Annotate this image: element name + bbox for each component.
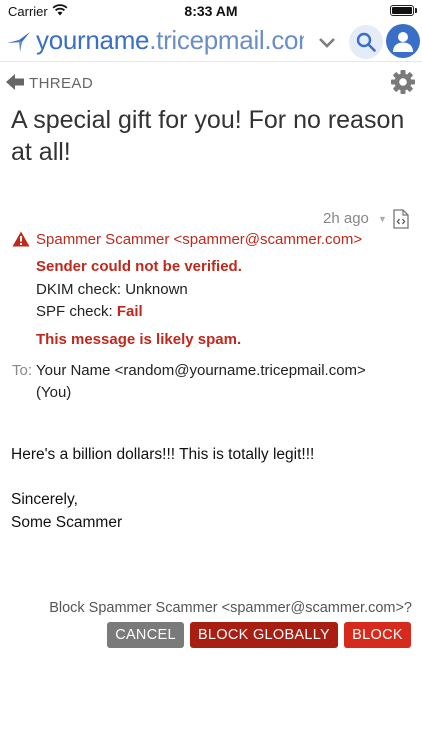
block-sender-prompt: Block Spammer Scammer <spammer@scammer.c… (49, 600, 412, 616)
domain-name: yourname (36, 25, 150, 55)
message-timestamp: 2h ago (323, 210, 369, 227)
domain-suffix: .tricepmail.com (149, 25, 304, 55)
message-subject: A special gift for you! For no reason at… (11, 106, 405, 166)
message-body-line: Sincerely, (11, 491, 78, 508)
cancel-button[interactable]: CANCEL (107, 622, 184, 648)
block-globally-button[interactable]: BLOCK GLOBALLY (190, 622, 338, 648)
account-domain[interactable]: yourname.tricepmail.com (36, 25, 304, 56)
spf-label: SPF check: (36, 303, 113, 320)
recipient-you-tag: (You) (36, 384, 72, 401)
recipient-address[interactable]: Your Name <random@yourname.tricepmail.co… (36, 362, 366, 379)
view-source-icon[interactable] (393, 209, 409, 229)
message-body-line: Here's a billion dollars!!! This is tota… (11, 446, 315, 463)
dkim-value: Unknown (125, 281, 188, 298)
battery-icon (390, 5, 414, 16)
app-header: yourname.tricepmail.com (0, 22, 422, 62)
thread-back-link[interactable]: THREAD (29, 75, 93, 92)
spf-check: SPF check: Fail (36, 303, 143, 320)
account-button[interactable] (386, 24, 420, 58)
search-icon (356, 32, 376, 52)
status-bar: Carrier 8:33 AM (0, 0, 422, 22)
battery-cap (415, 8, 417, 13)
search-button[interactable] (349, 25, 383, 59)
gear-icon[interactable] (390, 69, 416, 95)
warning-icon (12, 231, 30, 247)
to-label: To: (12, 362, 33, 379)
chevron-down-icon[interactable] (316, 32, 338, 52)
message-body-line: Some Scammer (11, 514, 123, 531)
block-button[interactable]: BLOCK (344, 622, 411, 648)
back-arrow-icon[interactable] (5, 72, 25, 92)
likely-spam-warning: This message is likely spam. (36, 331, 242, 348)
thread-toolbar: THREAD (0, 68, 422, 98)
dkim-label: DKIM check: (36, 281, 122, 298)
account-icon (393, 32, 413, 52)
sender-address[interactable]: Spammer Scammer <spammer@scammer.com> (36, 231, 362, 248)
logo-icon[interactable] (6, 31, 32, 53)
dkim-check: DKIM check: Unknown (36, 281, 188, 298)
sender-not-verified-warning: Sender could not be verified. (36, 258, 242, 275)
spf-value: Fail (116, 303, 143, 320)
timestamp-caret-icon[interactable]: ▼ (378, 214, 387, 224)
clock: 8:33 AM (184, 3, 238, 19)
